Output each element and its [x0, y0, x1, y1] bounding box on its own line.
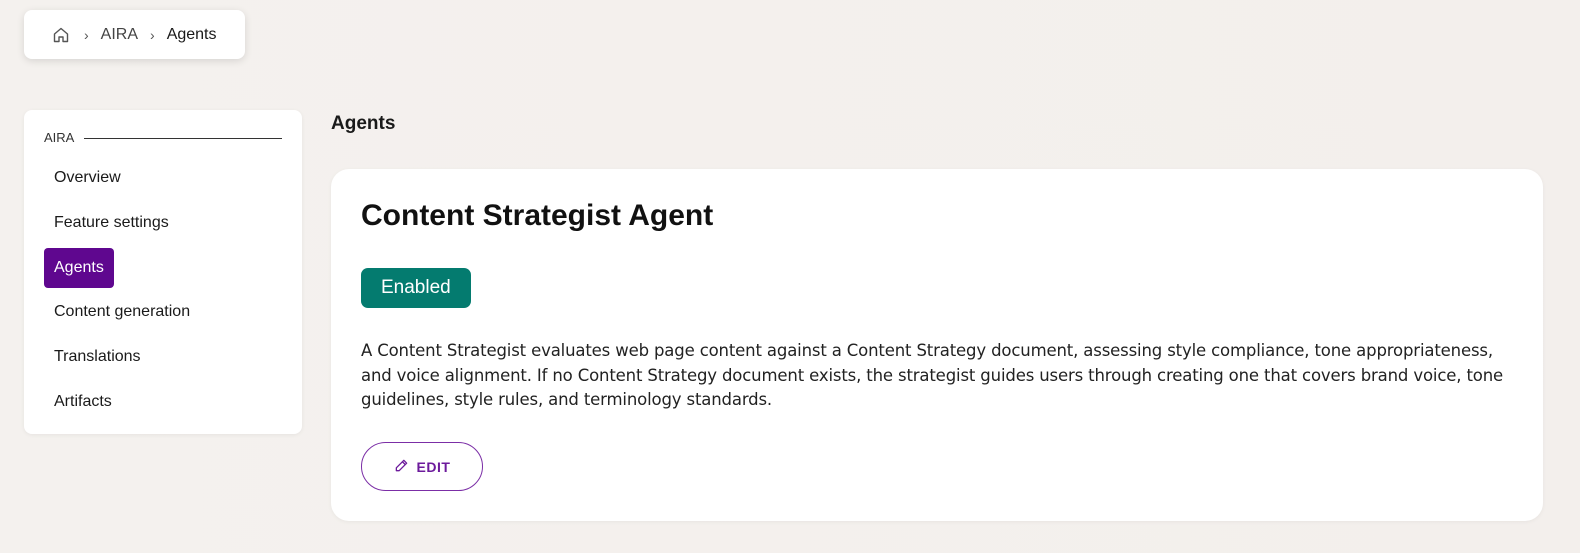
agent-title: Content Strategist Agent: [361, 199, 714, 232]
pencil-icon: [394, 458, 409, 476]
chevron-right-icon: ›: [150, 26, 155, 43]
sidebar: AIRA Overview Feature settings Agents Co…: [24, 110, 302, 434]
agent-description: A Content Strategist evaluates web page …: [361, 341, 1504, 410]
status-badge: Enabled: [361, 268, 471, 308]
sidebar-item-overview[interactable]: Overview: [44, 158, 131, 198]
agent-card: Content Strategist Agent Enabled A Conte…: [331, 169, 1543, 521]
edit-button-label: EDIT: [416, 458, 451, 475]
sidebar-item-agents[interactable]: Agents: [44, 247, 114, 288]
sidebar-item-artifacts[interactable]: Artifacts: [44, 382, 122, 422]
sidebar-item-translations[interactable]: Translations: [44, 337, 151, 377]
sidebar-item-content-generation[interactable]: Content generation: [44, 292, 200, 332]
sidebar-item-feature-settings[interactable]: Feature settings: [44, 203, 179, 243]
edit-button[interactable]: EDIT: [361, 442, 483, 491]
divider: [84, 138, 282, 139]
page-title: Agents: [331, 113, 396, 134]
sidebar-section-title: AIRA: [44, 129, 75, 145]
breadcrumb-link-aira[interactable]: AIRA: [101, 26, 138, 44]
chevron-right-icon: ›: [84, 26, 89, 43]
breadcrumb: › AIRA › Agents: [24, 10, 245, 59]
home-icon[interactable]: [52, 25, 72, 45]
breadcrumb-current: Agents: [166, 25, 217, 43]
sidebar-section-header: AIRA: [44, 128, 282, 146]
